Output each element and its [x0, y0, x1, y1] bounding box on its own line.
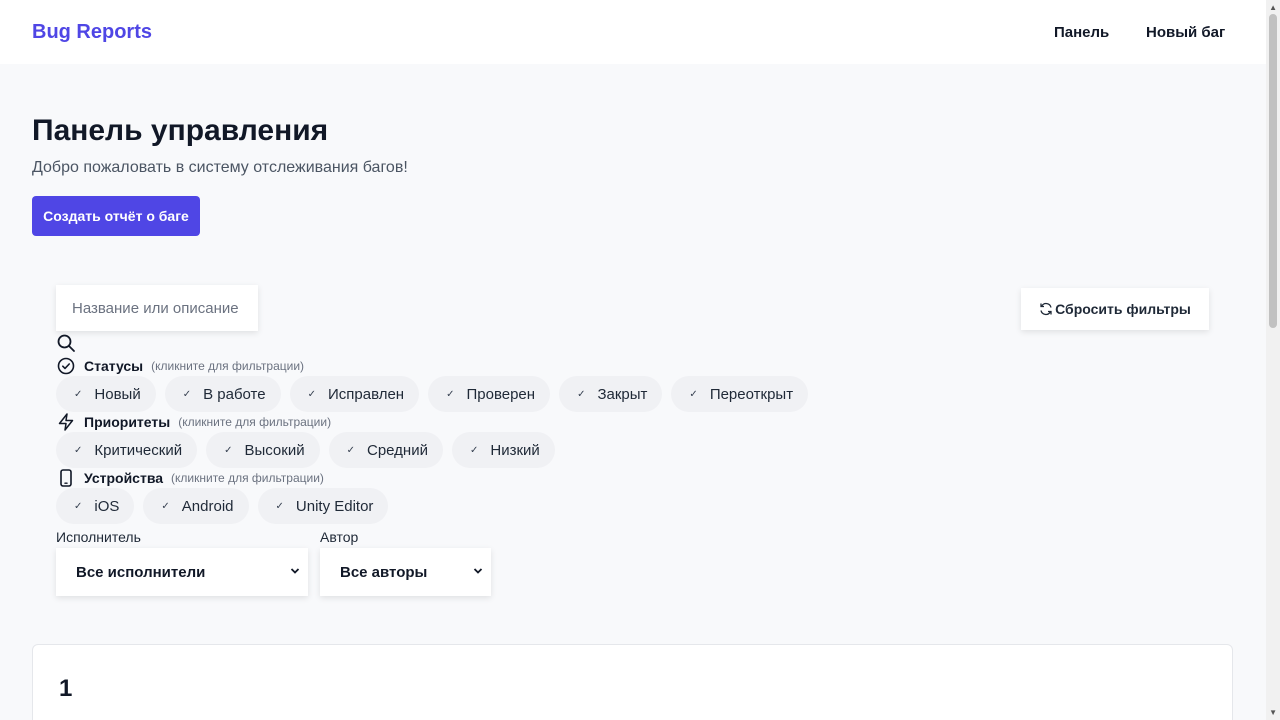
priority-chip-medium[interactable]: ✓ Средний: [328, 432, 443, 468]
lightning-icon: [56, 412, 76, 432]
check-icon: ✓: [346, 444, 355, 456]
search-input[interactable]: [56, 285, 258, 331]
check-icon: ✓: [74, 388, 83, 400]
check-icon: ✓: [275, 500, 284, 512]
status-chip-fixed[interactable]: ✓ Исправлен: [289, 376, 420, 412]
check-icon: ✓: [446, 388, 455, 400]
statuses-hint: (кликните для фильтрации): [151, 359, 305, 373]
check-circle-icon: [56, 356, 76, 376]
reset-filters-label: Сбросить фильтры: [1055, 301, 1191, 317]
scrollbar-thumb[interactable]: [1269, 14, 1277, 328]
author-label: Автор: [320, 529, 359, 545]
check-icon: ✓: [307, 388, 316, 400]
check-icon: ✓: [577, 388, 586, 400]
device-chip-ios[interactable]: ✓ iOS: [56, 488, 135, 524]
author-select-value: Все авторы: [340, 563, 428, 581]
status-chip-closed[interactable]: ✓ Закрыт: [559, 376, 663, 412]
status-chip-in-progress[interactable]: ✓ В работе: [164, 376, 281, 412]
check-icon: ✓: [182, 388, 192, 400]
search-icon: [56, 333, 76, 353]
priorities-hint: (кликните для фильтрации): [178, 415, 332, 429]
check-icon: ✓: [469, 444, 479, 456]
priorities-group-header: Приоритеты (кликните для фильтрации): [56, 412, 331, 432]
scroll-up-arrow-icon[interactable]: ▲: [1269, 3, 1277, 12]
stats-card-value: 1: [59, 675, 73, 702]
devices-title: Устройства: [84, 470, 164, 486]
author-select[interactable]: Все авторы: [320, 548, 491, 596]
priority-chip-low[interactable]: ✓ Низкий: [451, 432, 555, 468]
priority-chips: ✓ Критический ✓ Высокий ✓ Средний ✓ Низкий: [56, 432, 555, 468]
check-icon: ✓: [161, 500, 170, 512]
scroll-down-arrow-icon[interactable]: ▼: [1269, 708, 1277, 717]
priorities-title: Приоритеты: [84, 414, 171, 430]
status-chip-reopened[interactable]: ✓ Переоткрыт: [671, 376, 809, 412]
assignee-label: Исполнитель: [56, 529, 141, 545]
status-chip-new[interactable]: ✓ Новый: [56, 376, 156, 412]
device-chips: ✓ iOS ✓ Android ✓ Unity Editor: [56, 488, 389, 524]
top-navbar: Bug Reports Панель Новый баг: [0, 0, 1266, 64]
device-chip-android[interactable]: ✓ Android: [143, 488, 249, 524]
devices-hint: (кликните для фильтрации): [171, 471, 324, 485]
brand-logo[interactable]: Bug Reports: [32, 21, 152, 44]
create-bug-report-button[interactable]: Создать отчёт о баге: [32, 196, 200, 236]
page-title: Панель управления: [32, 114, 329, 147]
refresh-icon: [1039, 302, 1053, 316]
priority-chip-high[interactable]: ✓ Высокий: [206, 432, 320, 468]
check-icon: ✓: [689, 388, 698, 400]
nav-dashboard-link[interactable]: Панель: [1054, 24, 1109, 41]
reset-filters-button[interactable]: Сбросить фильтры: [1021, 288, 1209, 330]
assignee-select-value: Все исполнители: [76, 563, 206, 581]
status-chip-verified[interactable]: ✓ Проверен: [428, 376, 551, 412]
assignee-select[interactable]: Все исполнители: [56, 548, 308, 596]
statuses-title: Статусы: [84, 358, 144, 374]
check-icon: ✓: [74, 500, 83, 512]
check-icon: ✓: [224, 444, 233, 456]
chevron-down-icon: [290, 566, 300, 579]
nav-new-bug-link[interactable]: Новый баг: [1146, 24, 1225, 41]
page-subtitle: Добро пожаловать в систему отслеживания …: [32, 159, 408, 176]
stats-card: 1: [32, 644, 1233, 720]
page-scrollbar[interactable]: ▲ ▼: [1266, 0, 1280, 720]
statuses-group-header: Статусы (кликните для фильтрации): [56, 356, 304, 376]
status-chips: ✓ Новый ✓ В работе ✓ Исправлен ✓ Проверен ✓ З…: [56, 376, 809, 412]
devices-group-header: Устройства (кликните для фильтрации): [56, 468, 324, 488]
priority-chip-critical[interactable]: ✓ Критический: [56, 432, 198, 468]
device-chip-unity-editor[interactable]: ✓ Unity Editor: [257, 488, 389, 524]
chevron-down-icon: [473, 566, 483, 579]
phone-icon: [56, 468, 76, 488]
check-icon: ✓: [74, 444, 83, 456]
